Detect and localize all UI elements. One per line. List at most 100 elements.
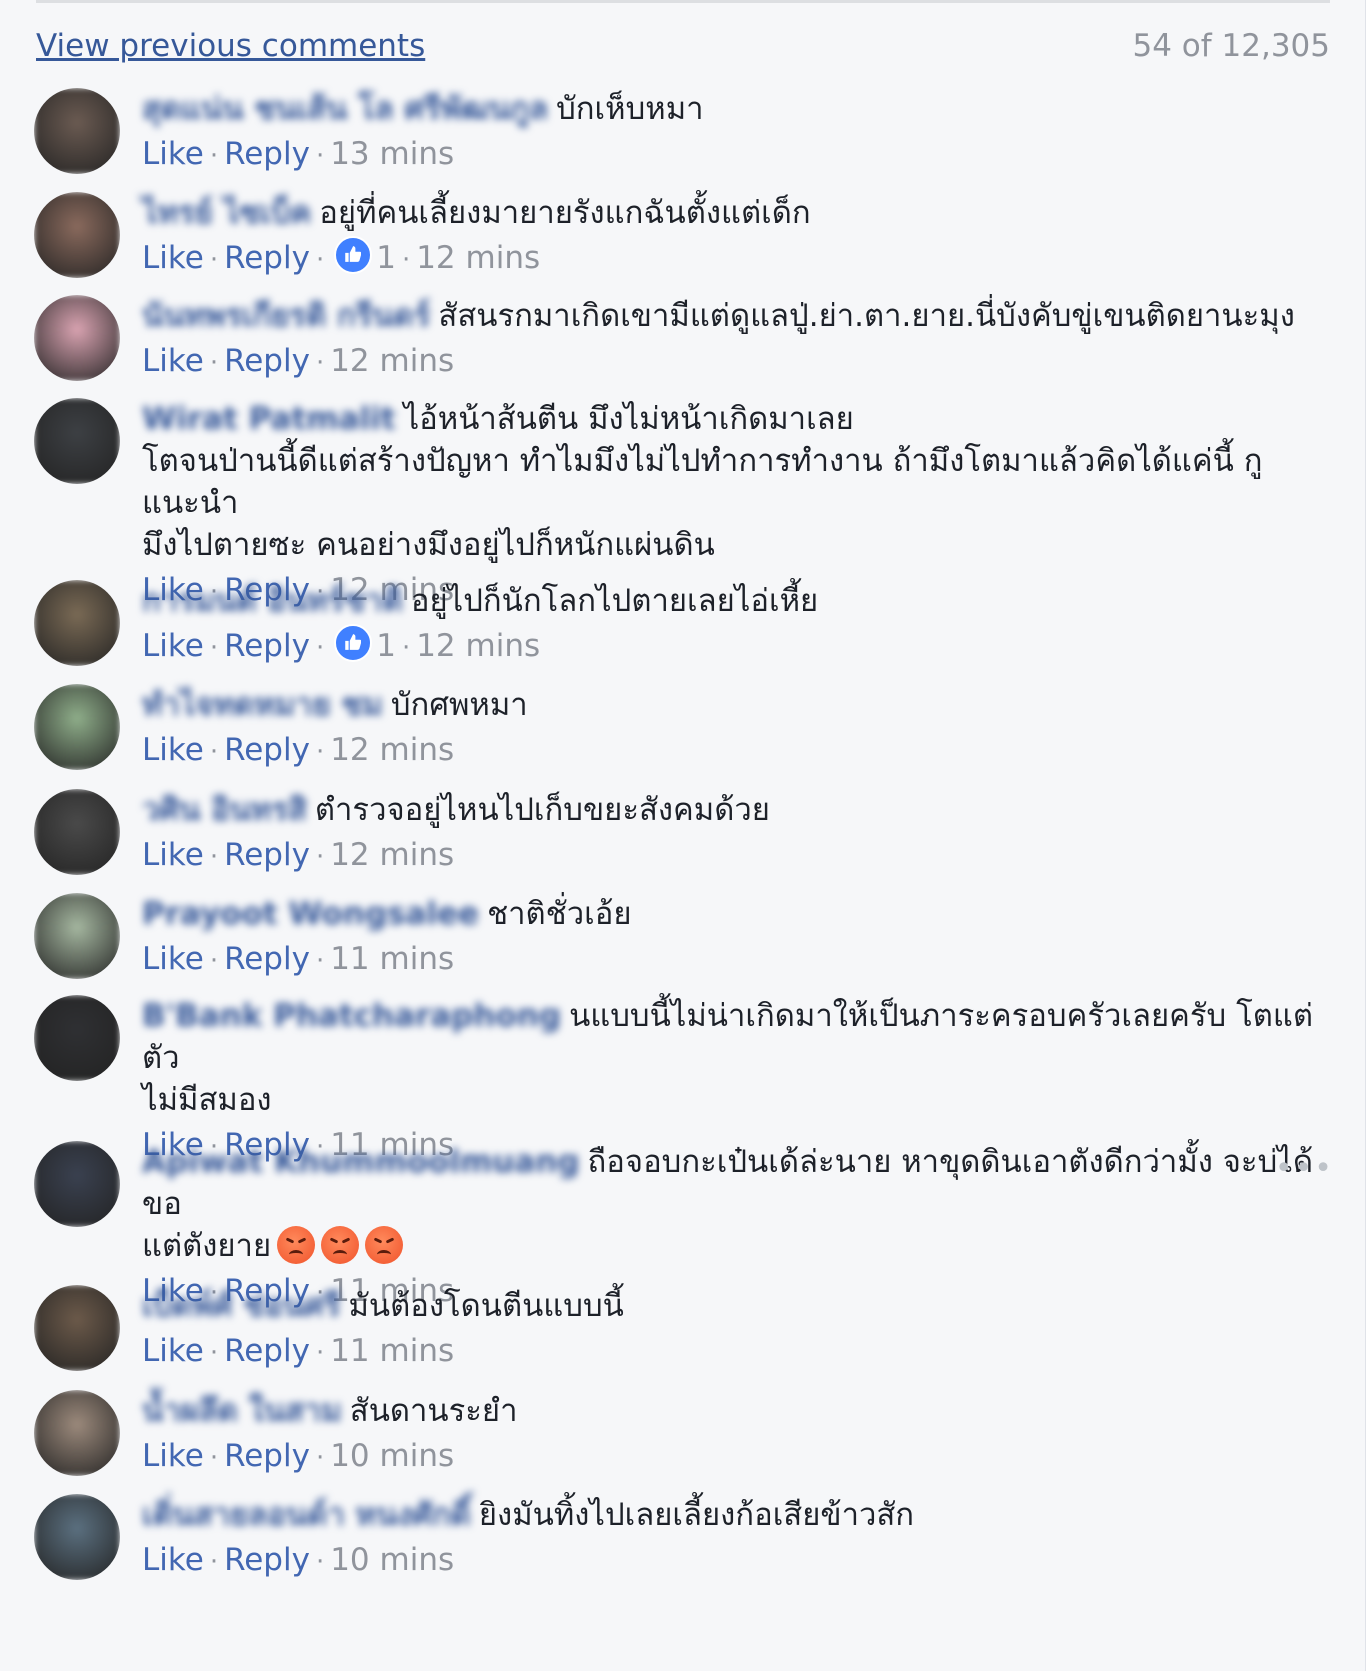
comment-text: Apiwat Khummoolmuang ถือจอบกะเป๋นเด้ล่ะนา… xyxy=(142,1141,1322,1267)
avatar-image xyxy=(34,192,120,278)
reply-button[interactable]: Reply xyxy=(224,732,310,768)
commenter-name[interactable]: วศิน อินทรสิ xyxy=(142,789,307,831)
reply-button[interactable]: Reply xyxy=(224,628,310,664)
reply-button[interactable]: Reply xyxy=(224,1542,310,1578)
comment-actions: Like · Reply · 1 · 12 mins xyxy=(142,236,1322,282)
like-button[interactable]: Like xyxy=(142,136,204,172)
timestamp[interactable]: 10 mins xyxy=(330,1438,454,1474)
like-reaction-icon[interactable] xyxy=(334,624,373,662)
angry-emoji-icon xyxy=(277,1226,316,1264)
reply-button[interactable]: Reply xyxy=(224,240,310,276)
reply-button[interactable]: Reply xyxy=(224,1438,310,1474)
like-button[interactable]: Like xyxy=(142,732,204,768)
timestamp[interactable]: 12 mins xyxy=(416,240,540,276)
timestamp[interactable]: 12 mins xyxy=(330,343,454,379)
comment-message: ยิงมันทิ้งไปเลยเลี้ยงก้อเสียข้าวสัก xyxy=(478,1497,915,1533)
comment-body: นันทพรเกียรติ กรีนดร์ สัสนรกมาเกิดเขามีแต… xyxy=(142,295,1322,385)
avatar[interactable] xyxy=(34,893,120,979)
reply-button[interactable]: Reply xyxy=(224,1333,310,1369)
more-options-icon[interactable]: ••• xyxy=(1275,1151,1334,1186)
commenter-name[interactable]: ทำไจทดหมาย ชม xyxy=(142,684,383,726)
separator-dot: · xyxy=(315,1443,325,1473)
comment-actions: Like · Reply · 11 mins xyxy=(142,1329,1322,1375)
separator-dot: · xyxy=(209,842,219,872)
commenter-name[interactable]: Prayoot Wongsalee xyxy=(142,893,479,935)
comment-text: เติ่นสายลอนด์า หนงศักดิ์ ยิงมันทิ้งไปเลยเ… xyxy=(142,1494,1322,1536)
timestamp[interactable]: 12 mins xyxy=(330,732,454,768)
like-button[interactable]: Like xyxy=(142,837,204,873)
comment-body: วศิน อินทรสิ ตำรวจอยู่ไหนไปเก็บขยะสังคมด้… xyxy=(142,789,1322,879)
separator-dot: · xyxy=(315,1338,325,1368)
avatar[interactable] xyxy=(34,88,120,174)
divider xyxy=(36,0,1330,3)
view-previous-comments-link[interactable]: View previous comments xyxy=(36,28,425,64)
timestamp[interactable]: 12 mins xyxy=(330,837,454,873)
commenter-name[interactable]: น้ำผลึด ในสาม xyxy=(142,1390,342,1432)
avatar[interactable] xyxy=(34,295,120,381)
avatar[interactable] xyxy=(34,789,120,875)
avatar[interactable] xyxy=(34,1141,120,1227)
comments-header: View previous comments 54 of 12,305 xyxy=(36,22,1330,72)
angry-emoji-icon xyxy=(365,1226,404,1264)
comment-actions: Like · Reply · 10 mins xyxy=(142,1538,1322,1584)
commenter-name[interactable]: การมนต์ อินทร์ชาติ xyxy=(142,580,403,622)
avatar[interactable] xyxy=(34,1390,120,1476)
avatar[interactable] xyxy=(34,1285,120,1371)
like-button[interactable]: Like xyxy=(142,628,204,664)
commenter-name[interactable]: ไทรย์ ไซเบ็ค xyxy=(142,192,311,234)
reply-button[interactable]: Reply xyxy=(224,941,310,977)
comment-message: อยู่ที่คนเลี้ยงมายายรังแกฉันตั้งแต่เด็ก xyxy=(319,195,811,231)
commenter-name[interactable]: B'Bank Phatcharaphong xyxy=(142,995,561,1037)
separator-dot: · xyxy=(315,245,325,275)
separator-dot: · xyxy=(209,1547,219,1577)
avatar-image xyxy=(34,580,120,666)
comment-actions: Like · Reply · 12 mins xyxy=(142,833,1322,879)
like-button[interactable]: Like xyxy=(142,240,204,276)
comment-text: Prayoot Wongsalee ชาติชั่วเอ้ย xyxy=(142,893,1322,935)
like-button[interactable]: Like xyxy=(142,1438,204,1474)
like-count: 1 xyxy=(376,240,396,276)
like-reaction-icon[interactable] xyxy=(334,236,373,274)
timestamp[interactable]: 11 mins xyxy=(330,941,454,977)
like-button[interactable]: Like xyxy=(142,1333,204,1369)
comment-actions: Like · Reply · 12 mins xyxy=(142,339,1322,385)
like-button[interactable]: Like xyxy=(142,941,204,977)
separator-dot: · xyxy=(315,842,325,872)
avatar[interactable] xyxy=(34,580,120,666)
commenter-name[interactable]: สุดแน่น ชนเส้น โล ศรีพัฒนกูล xyxy=(142,88,548,130)
comment-message: ตำรวจอยู่ไหนไปเก็บขยะสังคมด้วย xyxy=(314,792,770,828)
like-button[interactable]: Like xyxy=(142,343,204,379)
timestamp[interactable]: 12 mins xyxy=(416,628,540,664)
like-button[interactable]: Like xyxy=(142,1542,204,1578)
reply-button[interactable]: Reply xyxy=(224,136,310,172)
separator-dot: · xyxy=(315,737,325,767)
separator-dot: · xyxy=(209,141,219,171)
avatar[interactable] xyxy=(34,192,120,278)
avatar[interactable] xyxy=(34,1494,120,1580)
separator-dot: · xyxy=(315,1547,325,1577)
commenter-name[interactable]: นันทพรเกียรติ กรีนดร์ xyxy=(142,295,430,337)
separator-dot: · xyxy=(315,141,325,171)
avatar-image xyxy=(34,995,120,1081)
commenter-name[interactable]: เติ่นสายลอนด์า หนงศักดิ์ xyxy=(142,1494,471,1536)
comment-text: การมนต์ อินทร์ชาติ อยู่ไปก็นักโลกไปตายเลย… xyxy=(142,580,1322,622)
reply-button[interactable]: Reply xyxy=(224,837,310,873)
comment-body: Prayoot Wongsalee ชาติชั่วเอ้ย Like · Reply ·… xyxy=(142,893,1322,983)
comment-text: ทำไจทดหมาย ชม บักศพหมา xyxy=(142,684,1322,726)
avatar[interactable] xyxy=(34,684,120,770)
commenter-name[interactable]: Apiwat Khummoolmuang xyxy=(142,1141,580,1183)
comment-message: ชาติชั่วเอ้ย xyxy=(487,896,632,932)
separator-dot: · xyxy=(209,1443,219,1473)
reply-button[interactable]: Reply xyxy=(224,343,310,379)
avatar-image xyxy=(34,398,120,484)
separator-dot: · xyxy=(209,348,219,378)
timestamp[interactable]: 11 mins xyxy=(330,1333,454,1369)
timestamp[interactable]: 10 mins xyxy=(330,1542,454,1578)
timestamp[interactable]: 13 mins xyxy=(330,136,454,172)
commenter-name[interactable]: Wirat Patmalit xyxy=(142,398,396,440)
commenter-name[interactable]: เบ็ดพ์ศ์ ช่อนศรี xyxy=(142,1285,341,1327)
avatar[interactable] xyxy=(34,398,120,484)
avatar[interactable] xyxy=(34,995,120,1081)
comment-text: Wirat Patmalit ไอ้หน้าส้นตีน มึงไม่หน้าเก… xyxy=(142,398,1322,566)
angry-emoji-icon xyxy=(321,1226,360,1264)
